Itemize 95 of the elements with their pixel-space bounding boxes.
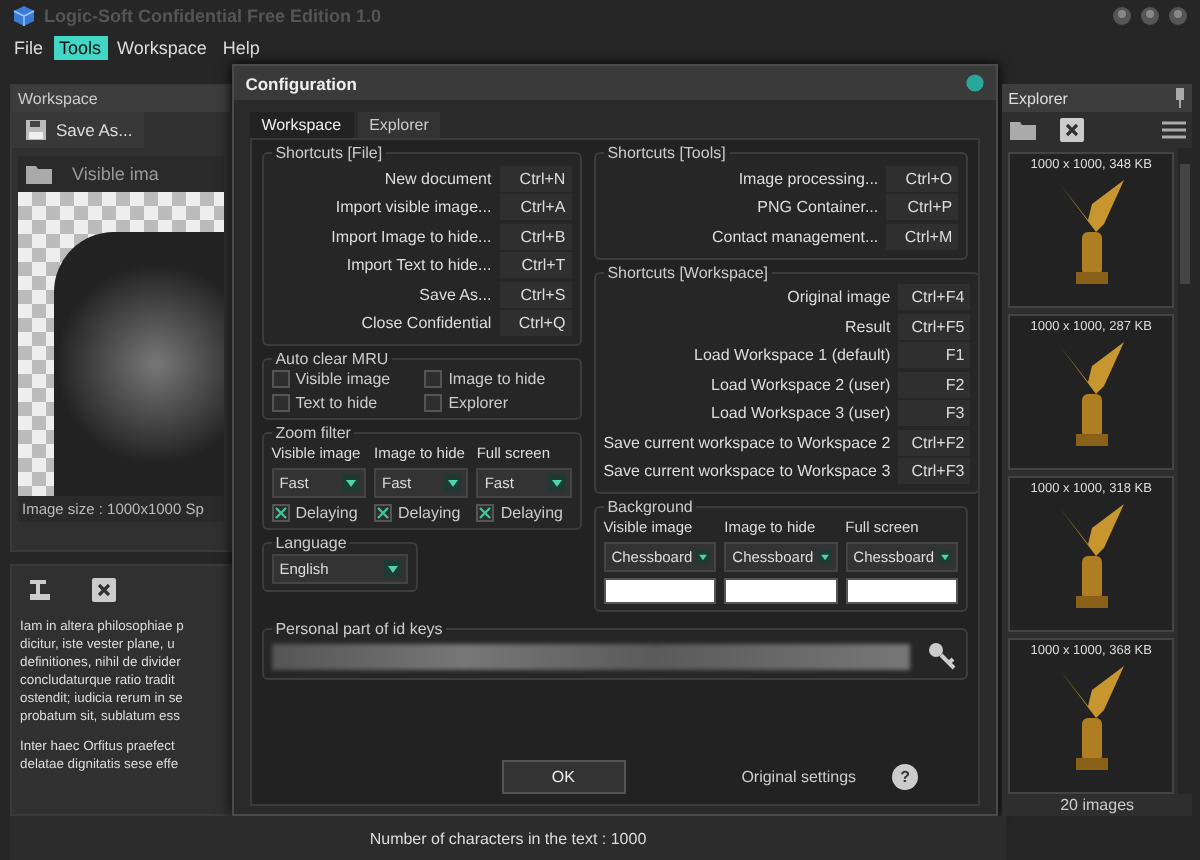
- shortcut-key[interactable]: Ctrl+T: [499, 252, 572, 279]
- shortcut-label: Save current workspace to Workspace 3: [603, 462, 893, 481]
- dropdown-arrow-icon: [342, 474, 361, 492]
- text-stamp-icon[interactable]: [28, 578, 56, 602]
- shortcut-key[interactable]: F2: [898, 371, 971, 398]
- shortcut-key[interactable]: Ctrl+F2: [898, 429, 971, 456]
- shortcut-label: Image processing...: [736, 169, 881, 188]
- group-title: Auto clear MRU: [273, 350, 391, 368]
- color-swatch[interactable]: [845, 578, 959, 604]
- checkbox-label: Image to hide: [448, 370, 546, 388]
- group-title: Shortcuts [Tools]: [605, 144, 728, 162]
- shortcut-key[interactable]: Ctrl+F5: [898, 313, 971, 340]
- group-title: Personal part of id keys: [273, 620, 445, 638]
- shortcut-label: Save current workspace to Workspace 2: [603, 433, 893, 452]
- shortcut-key[interactable]: Ctrl+M: [886, 223, 959, 250]
- shortcut-label: Contact management...: [709, 227, 881, 246]
- shortcut-key[interactable]: Ctrl+S: [499, 281, 572, 308]
- dropdown-arrow-icon: [547, 474, 566, 492]
- key-icon[interactable]: [926, 640, 959, 672]
- shortcut-label: Close Confidential: [359, 314, 494, 333]
- blurred-input-field[interactable]: [271, 643, 911, 669]
- group-title: Zoom filter: [273, 424, 353, 442]
- shortcut-key[interactable]: Ctrl+F3: [898, 458, 971, 485]
- checkbox-label: Visible image: [295, 370, 391, 388]
- shortcut-key[interactable]: Ctrl+O: [886, 165, 959, 192]
- menu-item[interactable]: File: [8, 36, 50, 60]
- cube-logo-icon: [12, 4, 36, 28]
- dropdown-arrow-icon: [444, 474, 463, 492]
- dropdown-arrow-icon: [383, 560, 402, 578]
- checkbox[interactable]: [476, 504, 495, 522]
- tab[interactable]: Explorer: [357, 112, 441, 138]
- menu-icon[interactable]: [1162, 120, 1187, 140]
- image-count: 20 images: [1058, 794, 1137, 816]
- shortcut-key[interactable]: Ctrl+P: [886, 194, 959, 221]
- shortcut-key[interactable]: F3: [898, 400, 971, 427]
- folder-icon[interactable]: [24, 162, 56, 186]
- status-text: Number of characters in the text : 1000: [369, 829, 647, 847]
- shortcut-key[interactable]: Ctrl+A: [499, 194, 572, 221]
- shortcut-label: Result: [842, 317, 893, 336]
- dropdown-arrow-icon: [938, 548, 953, 566]
- folder-icon[interactable]: [1008, 118, 1041, 142]
- shortcut-label: Import visible image...: [333, 198, 494, 217]
- ok-button[interactable]: OK: [501, 760, 626, 794]
- pin-icon[interactable]: [1174, 88, 1187, 108]
- shortcut-label: Original image: [785, 288, 893, 307]
- shortcut-key[interactable]: Ctrl+B: [499, 223, 572, 250]
- shortcut-label: Load Workspace 2 (user): [709, 375, 893, 394]
- dropdown-arrow-icon: [696, 548, 711, 566]
- checkbox-label: Delaying: [500, 504, 563, 522]
- shortcut-key[interactable]: Ctrl+N: [499, 165, 572, 192]
- dialog-title: Configuration: [245, 73, 357, 93]
- save-as-button[interactable]: Save As...: [12, 112, 145, 148]
- help-button[interactable]: ?: [892, 764, 919, 790]
- group-title: Shortcuts [Workspace]: [605, 263, 771, 281]
- checkbox[interactable]: [271, 394, 290, 412]
- group-title: Shortcuts [File]: [273, 144, 385, 162]
- window-control-icon[interactable]: [1168, 6, 1188, 26]
- checkbox[interactable]: [424, 370, 443, 388]
- checkbox-label: Delaying: [398, 504, 461, 522]
- shortcut-label: Load Workspace 1 (default): [692, 346, 893, 365]
- menu-item[interactable]: Workspace: [111, 36, 213, 60]
- dropdown-arrow-icon: [817, 548, 832, 566]
- checkbox-label: Explorer: [448, 394, 508, 412]
- shortcut-label: New document: [382, 169, 494, 188]
- group-title: Language: [273, 534, 349, 552]
- close-icon[interactable]: [92, 578, 116, 602]
- close-icon[interactable]: [1060, 118, 1085, 142]
- shortcut-label: PNG Container...: [755, 198, 881, 217]
- menu-item[interactable]: Tools: [53, 36, 108, 60]
- shortcut-key[interactable]: Ctrl+Q: [499, 310, 572, 337]
- menu-item[interactable]: Help: [216, 36, 266, 60]
- dialog-close-icon[interactable]: [966, 74, 985, 92]
- checkbox-label: Delaying: [295, 504, 358, 522]
- shortcut-label: Import Text to hide...: [344, 256, 494, 275]
- scrollbar[interactable]: [1178, 148, 1193, 794]
- shortcut-label: Save As...: [417, 285, 494, 304]
- checkbox[interactable]: [424, 394, 443, 412]
- image-title: Visible ima: [72, 164, 159, 184]
- color-swatch[interactable]: [603, 578, 717, 604]
- checkbox[interactable]: [271, 504, 290, 522]
- shortcut-label: Load Workspace 3 (user): [709, 404, 893, 423]
- checkbox-label: Text to hide: [295, 394, 378, 412]
- shortcut-label: Import Image to hide...: [329, 227, 494, 246]
- panel-title: Workspace: [12, 86, 230, 112]
- shortcut-key[interactable]: F1: [898, 342, 971, 369]
- group-title: Background: [605, 498, 695, 516]
- panel-title: Explorer: [1008, 89, 1068, 107]
- shortcut-key[interactable]: Ctrl+F4: [898, 284, 971, 311]
- original-settings-link[interactable]: Original settings: [741, 768, 857, 786]
- color-swatch[interactable]: [724, 578, 838, 604]
- checkbox[interactable]: [374, 504, 393, 522]
- window-control-icon[interactable]: [1112, 6, 1132, 26]
- tab[interactable]: Workspace: [249, 112, 354, 138]
- checkbox[interactable]: [271, 370, 290, 388]
- window-control-icon[interactable]: [1140, 6, 1160, 26]
